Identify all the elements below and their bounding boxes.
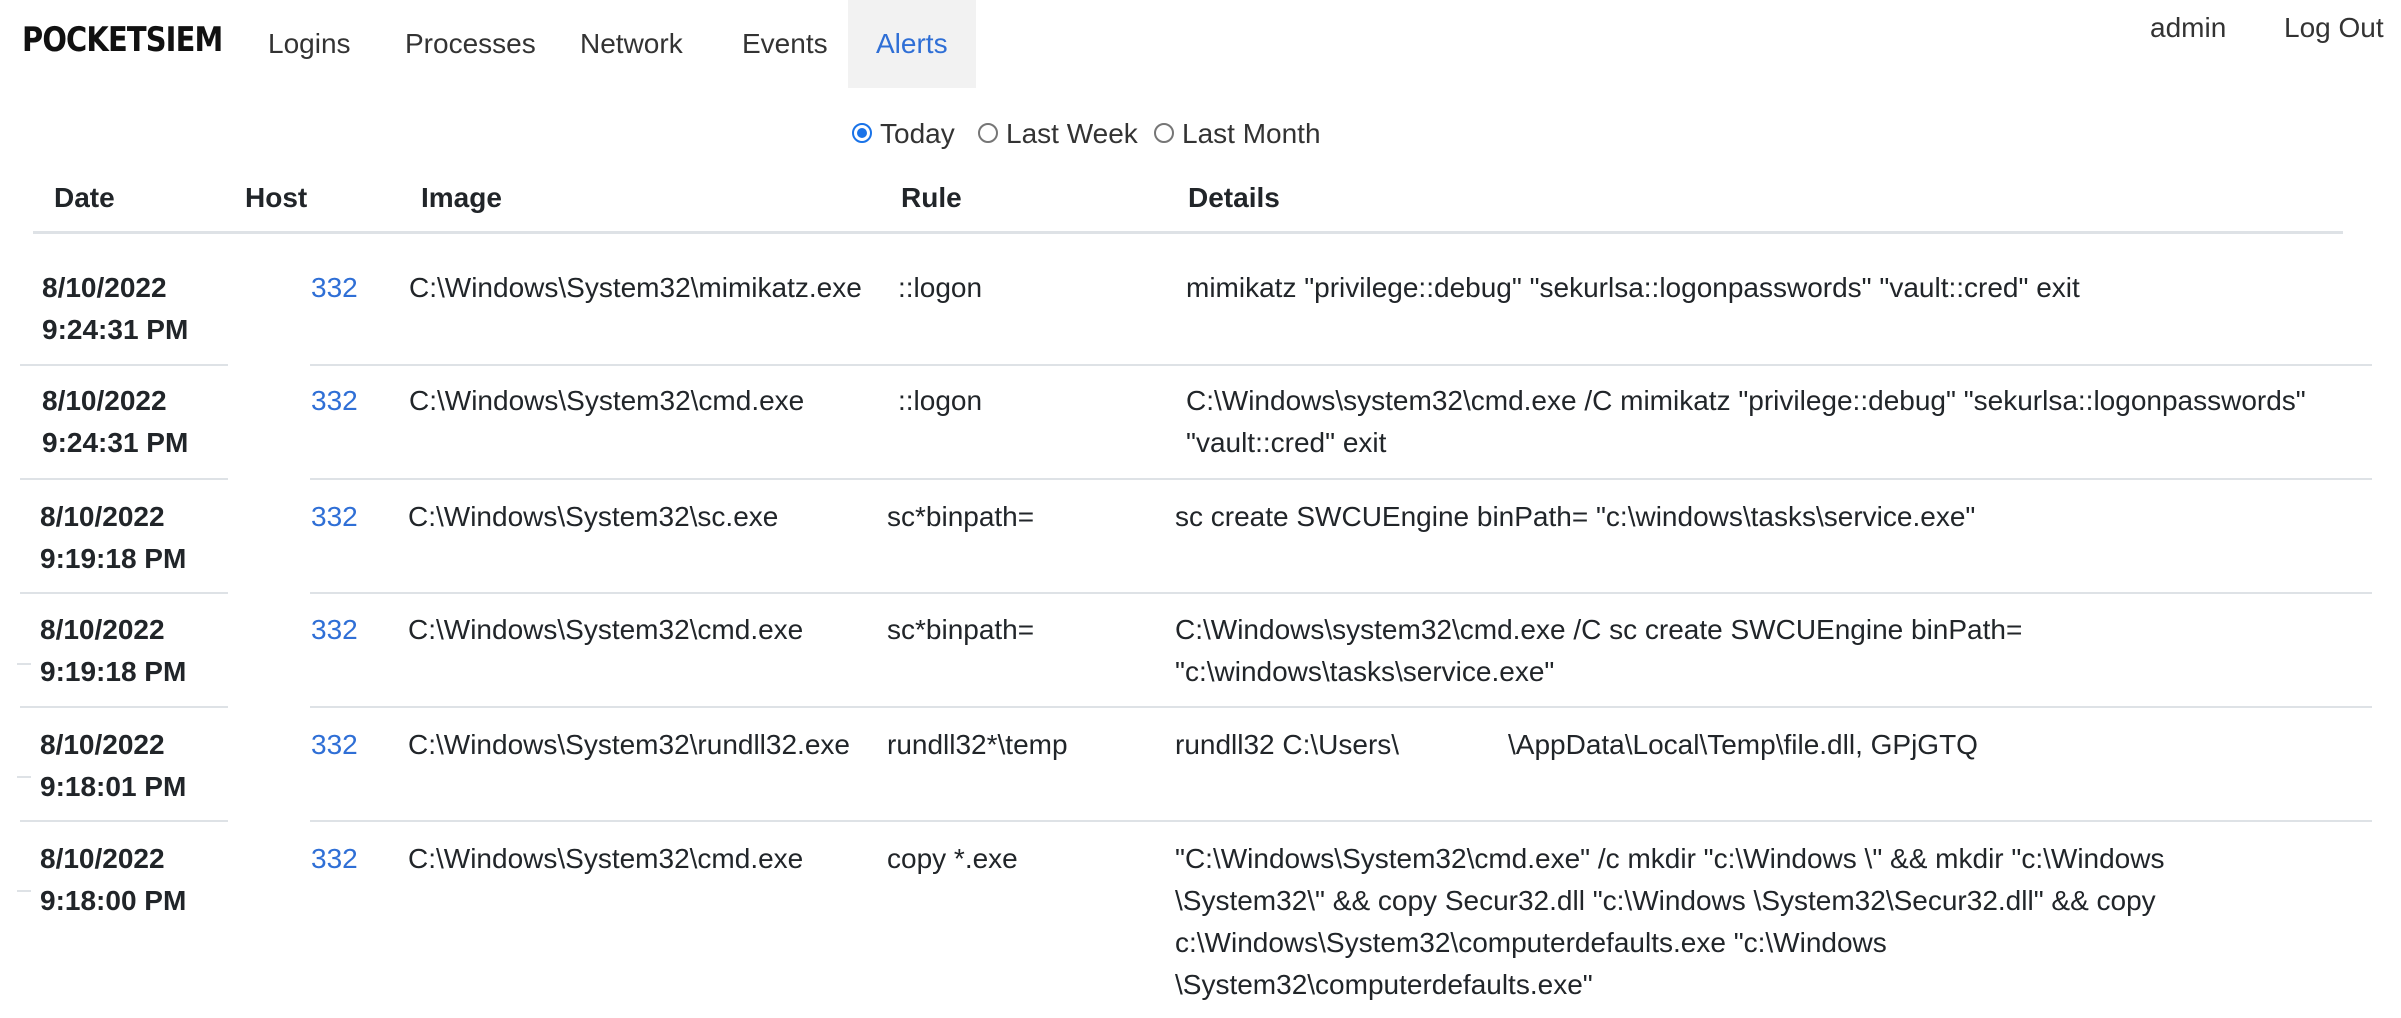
column-header-date[interactable]: Date: [54, 182, 115, 214]
row-image: C:\Windows\System32\rundll32.exe: [408, 729, 850, 760]
row-divider-fragment: [17, 776, 31, 778]
user-name[interactable]: admin: [2150, 12, 2226, 44]
row-time-value: 9:24:31 PM: [42, 427, 189, 458]
column-header-rule[interactable]: Rule: [901, 182, 962, 214]
filter-today-label: Today: [880, 118, 955, 149]
top-navbar: POCKETSIEM Logins Processes Network Even…: [0, 0, 2401, 88]
row-image: C:\Windows\System32\cmd.exe: [409, 385, 805, 416]
row-rule: sc*binpath=: [887, 501, 1035, 532]
row-details: "C:\Windows\System32\cmd.exe" /c mkdir "…: [1175, 843, 2165, 1000]
nav-logins[interactable]: Logins: [268, 0, 351, 88]
row-time-value: 9:18:01 PM: [40, 771, 187, 802]
row-host: 332: [311, 609, 358, 651]
row-host: 332: [311, 267, 358, 309]
brand-logo[interactable]: POCKETSIEM: [22, 20, 223, 60]
row-divider: [20, 820, 228, 822]
row-image: C:\Windows\System32\sc.exe: [408, 501, 779, 532]
host-link[interactable]: 332: [311, 272, 358, 303]
row-details: sc create SWCUEngine binPath= "c:\window…: [1175, 501, 1976, 532]
logout-link[interactable]: Log Out: [2284, 12, 2384, 44]
row-date: 8/10/2022 9:18:01 PM: [40, 724, 186, 808]
radio-button[interactable]: [978, 122, 998, 143]
row-details: mimikatz "privilege::debug" "sekurlsa::l…: [1186, 272, 2080, 303]
row-time-value: 9:18:00 PM: [40, 885, 187, 916]
row-date-value: 8/10/2022: [42, 272, 167, 303]
row-divider: [310, 820, 2372, 822]
row-rule: sc*binpath=: [887, 614, 1035, 645]
row-details: rundll32 C:\Users\ \AppData\Local\Temp\f…: [1175, 729, 1978, 760]
row-divider: [310, 592, 2372, 594]
row-date: 8/10/2022 9:24:31 PM: [42, 380, 188, 464]
row-divider: [20, 478, 228, 480]
row-time-value: 9:24:31 PM: [42, 314, 189, 345]
row-date-value: 8/10/2022: [40, 843, 165, 874]
row-divider: [20, 706, 228, 708]
row-divider: [20, 364, 228, 366]
row-host: 332: [311, 496, 358, 538]
nav-alerts[interactable]: Alerts: [848, 0, 976, 88]
row-date-value: 8/10/2022: [40, 729, 165, 760]
host-link[interactable]: 332: [311, 501, 358, 532]
filter-last-month[interactable]: Last Month: [1154, 118, 1321, 150]
row-divider: [310, 706, 2372, 708]
row-image: C:\Windows\System32\mimikatz.exe: [409, 272, 862, 303]
host-link[interactable]: 332: [311, 843, 358, 874]
row-rule: rundll32*\temp: [887, 729, 1068, 760]
host-link[interactable]: 332: [311, 385, 358, 416]
row-rule: ::logon: [898, 272, 983, 303]
row-time-value: 9:19:18 PM: [40, 656, 187, 687]
row-rule: ::logon: [898, 385, 983, 416]
header-divider: [33, 231, 2343, 234]
row-divider: [20, 592, 228, 594]
filter-today[interactable]: Today: [852, 118, 955, 150]
row-rule: copy *.exe: [887, 843, 1018, 874]
column-header-details[interactable]: Details: [1188, 182, 1280, 214]
row-date-value: 8/10/2022: [42, 385, 167, 416]
row-host: 332: [311, 724, 358, 766]
filter-last-week-label: Last Week: [1006, 118, 1138, 149]
filter-last-week[interactable]: Last Week: [978, 118, 1138, 150]
row-host: 332: [311, 380, 358, 422]
row-date: 8/10/2022 9:19:18 PM: [40, 609, 186, 693]
row-image: C:\Windows\System32\cmd.exe: [408, 843, 804, 874]
row-date: 8/10/2022 9:19:18 PM: [40, 496, 186, 580]
row-image: C:\Windows\System32\cmd.exe: [408, 614, 804, 645]
radio-button-checked[interactable]: [852, 122, 872, 143]
row-details: C:\Windows\system32\cmd.exe /C sc create…: [1175, 614, 2023, 687]
nav-events[interactable]: Events: [742, 0, 828, 88]
row-host: 332: [311, 838, 358, 880]
radio-button[interactable]: [1154, 122, 1174, 143]
row-divider-fragment: [17, 663, 31, 665]
row-time-value: 9:19:18 PM: [40, 543, 187, 574]
row-divider: [310, 364, 2372, 366]
row-date-value: 8/10/2022: [40, 614, 165, 645]
host-link[interactable]: 332: [311, 729, 358, 760]
row-details: C:\Windows\system32\cmd.exe /C mimikatz …: [1186, 385, 2306, 458]
row-divider: [310, 478, 2372, 480]
row-divider-fragment: [17, 890, 31, 892]
nav-processes[interactable]: Processes: [405, 0, 536, 88]
column-header-host[interactable]: Host: [245, 182, 307, 214]
column-header-image[interactable]: Image: [421, 182, 502, 214]
row-date: 8/10/2022 9:18:00 PM: [40, 838, 186, 922]
host-link[interactable]: 332: [311, 614, 358, 645]
filter-last-month-label: Last Month: [1182, 118, 1321, 149]
row-date: 8/10/2022 9:24:31 PM: [42, 267, 188, 351]
row-date-value: 8/10/2022: [40, 501, 165, 532]
nav-network[interactable]: Network: [580, 0, 683, 88]
